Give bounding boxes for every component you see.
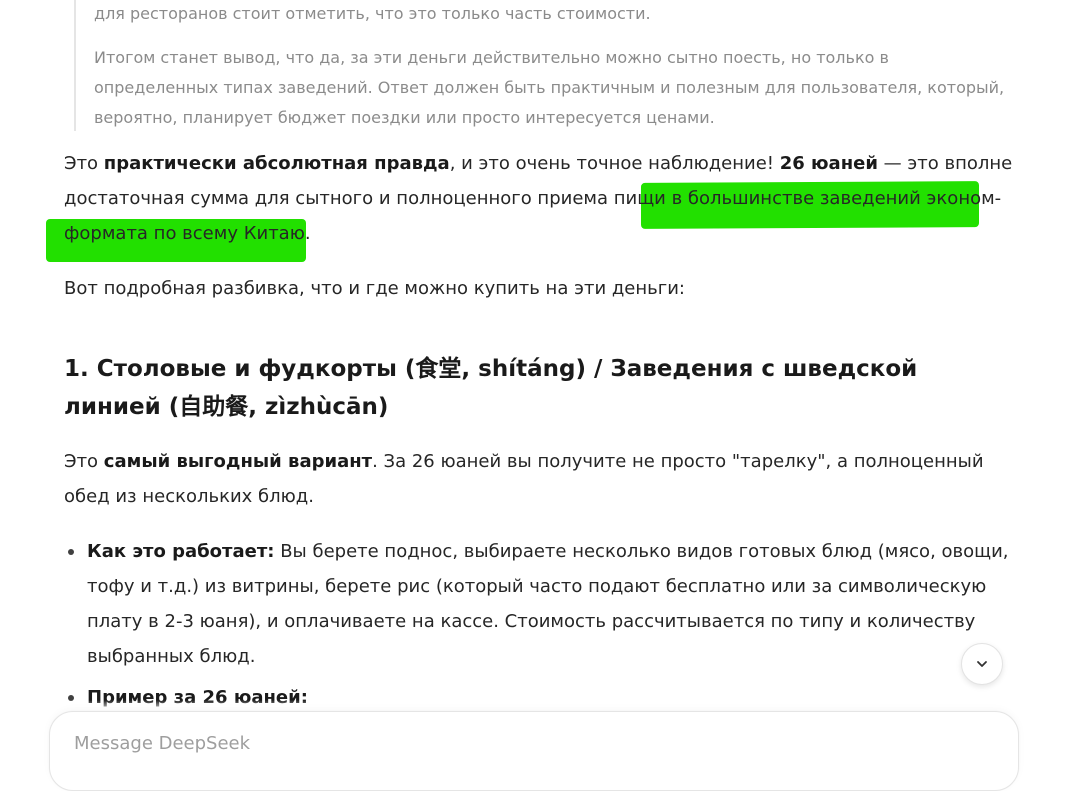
message-input-placeholder[interactable]: Message DeepSeek — [74, 733, 250, 754]
section-intro-paragraph: Это самый выгодный вариант. За 26 юаней … — [64, 451, 984, 507]
thinking-paragraph: Итогом станет вывод, что да, за эти день… — [94, 48, 1005, 127]
bullet-label: Как это работает: — [87, 541, 275, 562]
bold-text: 26 юаней — [779, 153, 878, 174]
bold-text: практически абсолютная правда — [103, 153, 450, 174]
thinking-paragraph: для ресторанов стоит отметить, что это т… — [94, 4, 651, 23]
bullet-list: Как это работает: Вы берете поднос, выби… — [64, 534, 1014, 715]
bold-text: самый выгодный вариант — [103, 451, 373, 472]
chevron-down-icon — [977, 661, 987, 667]
message-composer[interactable]: Message DeepSeek — [49, 711, 1019, 791]
answer-intro-paragraph: Это практически абсолютная правда, и это… — [64, 153, 1013, 244]
section-heading: 1. Столовые и фудкорты (食堂, shítáng) / З… — [64, 356, 918, 420]
list-item: Как это работает: Вы берете поднос, выби… — [68, 534, 1014, 674]
assistant-answer: Это практически абсолютная правда, и это… — [64, 146, 1014, 715]
scroll-to-bottom-button[interactable] — [961, 643, 1003, 685]
thinking-block: для ресторанов стоит отметить, что это т… — [74, 0, 1014, 131]
breakdown-paragraph: Вот подробная разбивка, что и где можно … — [64, 278, 685, 299]
